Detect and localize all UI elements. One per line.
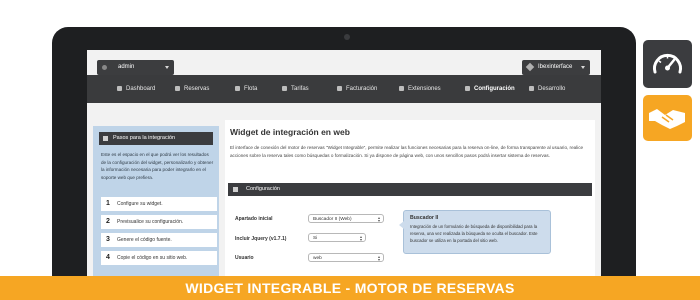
nav-item-flota[interactable]: Flota: [235, 75, 257, 103]
step-item[interactable]: 3 Genere el código fuente.: [101, 233, 217, 247]
usuario-select[interactable]: web ▴ ▾: [308, 253, 384, 262]
main-nav: Dashboard Reservas Flota Tarifas Factura…: [87, 75, 601, 103]
account-menu[interactable]: Ibexinterface: [522, 60, 590, 75]
sidebar-intro: Este es el espacio en el que podrá ver l…: [101, 152, 214, 180]
invoice-icon: [337, 85, 342, 91]
step-item[interactable]: 1 Configure su widget.: [101, 197, 217, 211]
gauge-icon: [653, 54, 682, 74]
plane-icon: [235, 85, 240, 91]
tooltip-title: Buscador II: [410, 215, 439, 221]
nav-item-reservas[interactable]: Reservas: [175, 75, 209, 103]
app-screen: admin Ibexinterface Dashboard Reservas F…: [87, 50, 601, 280]
page-description: El interface de conexión del motor de re…: [230, 145, 584, 159]
webcam-dot: [344, 34, 350, 40]
account-menu-label: Ibexinterface: [538, 64, 573, 70]
config-section-header: Configuración: [228, 183, 592, 196]
partners-shortcut[interactable]: [643, 95, 692, 141]
nav-item-facturacion[interactable]: Facturación: [337, 75, 377, 103]
nav-item-extensiones[interactable]: Extensiones: [399, 75, 441, 103]
user-menu-label: admin: [118, 64, 135, 70]
gear-icon: [465, 85, 470, 91]
step-label: Copie el código en su sitio web.: [117, 255, 188, 261]
step-number: 3: [106, 236, 110, 243]
list-icon: [233, 187, 238, 192]
step-label: Previsualice su configuración.: [117, 219, 184, 225]
nav-item-configuracion[interactable]: Configuración: [465, 75, 515, 103]
step-label: Genere el código fuente.: [117, 237, 172, 243]
step-item[interactable]: 4 Copie el código en su sitio web.: [101, 251, 217, 265]
tag-icon: [282, 85, 287, 91]
step-item[interactable]: 2 Previsualice su configuración.: [101, 215, 217, 229]
user-menu[interactable]: admin: [97, 60, 174, 75]
title-banner: WIDGET INTEGRABLE - MOTOR DE RESERVAS: [0, 276, 700, 300]
select-arrows-icon: ▴ ▾: [377, 215, 380, 223]
chevron-down-icon: [581, 66, 585, 69]
config-section-title: Configuración: [246, 186, 280, 192]
field-label: Apartado inicial: [235, 216, 273, 222]
integration-sidebar: Pasos para la integración Este es el esp…: [93, 126, 219, 280]
calendar-icon: [175, 85, 180, 91]
step-number: 4: [106, 254, 110, 261]
field-label: Incluir Jquery (v1.7.1): [235, 236, 287, 242]
sidebar-title: Pasos para la integración: [113, 135, 176, 141]
pencil-icon: [525, 62, 535, 72]
select-arrows-icon: ▴ ▾: [359, 234, 362, 242]
dashboard-icon: [117, 85, 122, 91]
sidebar-header: Pasos para la integración: [99, 132, 213, 145]
dashboard-shortcut[interactable]: [643, 40, 692, 88]
user-icon: [102, 65, 107, 70]
step-label: Configure su widget.: [117, 201, 163, 207]
field-label: Usuario: [235, 255, 254, 261]
step-number: 2: [106, 218, 110, 225]
nav-item-tarifas[interactable]: Tarifas: [282, 75, 309, 103]
handshake-icon: [649, 109, 685, 129]
apartado-inicial-select[interactable]: Buscador II (Web) ▴ ▾: [308, 214, 384, 223]
nav-item-dashboard[interactable]: Dashboard: [117, 75, 155, 103]
code-icon: [529, 85, 534, 91]
chevron-down-icon: [165, 66, 169, 69]
jquery-select[interactable]: Si ▴ ▾: [308, 233, 366, 242]
list-icon: [103, 136, 108, 141]
help-tooltip: Buscador II Integración de un formulario…: [399, 210, 551, 254]
main-panel: Widget de integración en web El interfac…: [225, 120, 595, 280]
page-title: Widget de integración en web: [230, 127, 350, 137]
puzzle-icon: [399, 85, 404, 91]
step-number: 1: [106, 200, 110, 207]
tooltip-body: Integración de un formulario de búsqueda…: [410, 224, 538, 243]
select-arrows-icon: ▴ ▾: [377, 254, 380, 262]
nav-item-desarrollo[interactable]: Desarrollo: [529, 75, 565, 103]
